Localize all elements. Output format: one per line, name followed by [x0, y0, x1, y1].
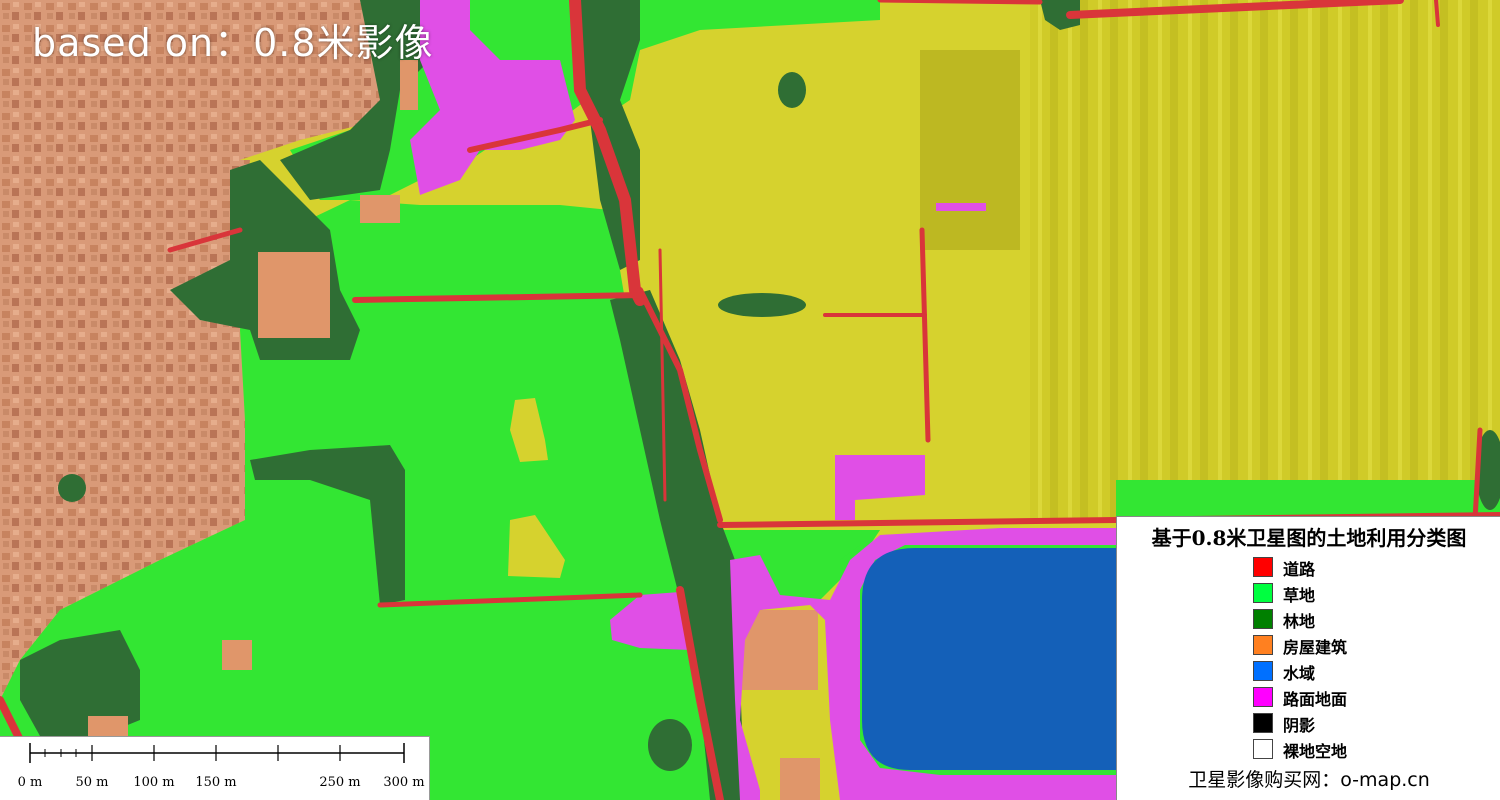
building-10 [360, 195, 400, 223]
legend-label: 草地 [1283, 586, 1316, 605]
farmland-stripes [1030, 0, 1500, 520]
scale-label-300: 300 m [383, 775, 425, 790]
legend-swatch-road [1253, 557, 1273, 577]
legend-swatch-grass [1253, 583, 1273, 603]
building-5 [222, 640, 252, 670]
building-1 [258, 252, 330, 338]
building-4 [780, 758, 820, 800]
legend-label: 房屋建筑 [1283, 638, 1348, 657]
map-legend: 基于0.8米卫星图的土地利用分类图 道路 草地 林地 房屋建筑 水域 路面地面 … [1116, 516, 1500, 800]
legend-label: 阴影 [1283, 716, 1316, 735]
forest-patch-bottom [648, 719, 692, 771]
legend-label: 裸地空地 [1283, 742, 1348, 761]
legend-swatch-pavement [1253, 687, 1273, 707]
scale-label-150: 150 m [195, 775, 237, 790]
legend-label: 路面地面 [1283, 690, 1348, 709]
water-lake [862, 548, 1116, 770]
scale-label-50: 50 m [75, 775, 109, 790]
scale-label-250: 250 m [319, 775, 361, 790]
legend-label: 水域 [1283, 664, 1316, 683]
legend-footer: 卫星影像购买网：o-map.cn [1188, 769, 1430, 791]
legend-swatch-shadow [1253, 713, 1273, 733]
scale-label-100: 100 m [133, 775, 175, 790]
legend-swatch-forest [1253, 609, 1273, 629]
legend-title: 基于0.8米卫星图的土地利用分类图 [1151, 526, 1467, 550]
building-7 [400, 60, 418, 110]
pavement-strip [936, 203, 986, 211]
legend-swatch-water [1253, 661, 1273, 681]
scale-bar: 0 m 50 m 100 m 150 m 250 m 300 m [0, 736, 430, 800]
building-6 [88, 716, 128, 736]
forest-patch-left [58, 474, 86, 502]
legend-label: 道路 [1283, 560, 1316, 579]
map-overlay-title: based on：0.8米影像 [32, 21, 434, 65]
forest-patch-field [718, 293, 806, 317]
farmland-dark-patch [920, 50, 1020, 250]
forest-patch-small [778, 72, 806, 108]
legend-swatch-bare-land [1253, 739, 1273, 759]
legend-label: 林地 [1283, 612, 1316, 631]
scale-bar-ruler [29, 743, 405, 763]
legend-swatch-building [1253, 635, 1273, 655]
scale-label-0: 0 m [17, 775, 43, 790]
